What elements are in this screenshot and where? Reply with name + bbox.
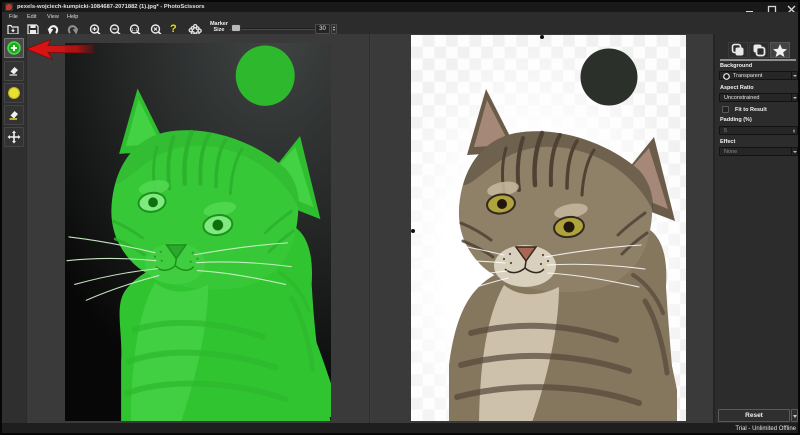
svg-text:1:1: 1:1: [131, 26, 138, 31]
